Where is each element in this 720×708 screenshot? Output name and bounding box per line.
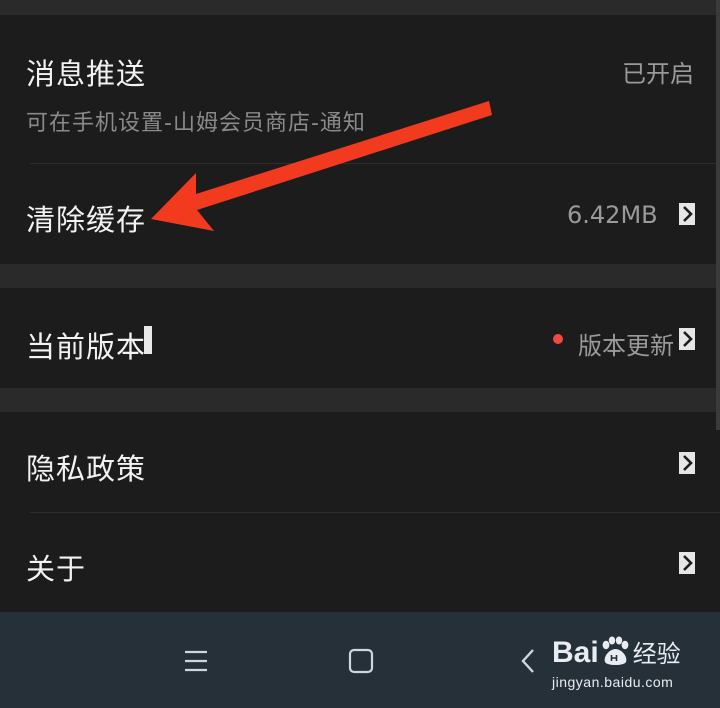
clear-cache-title: 清除缓存 [26,203,147,237]
update-indicator-dot [553,334,563,344]
top-gap [0,0,720,15]
chevron-right-icon [679,552,695,574]
baidu-jingyan-watermark: Bai 经验 jingyan.baidu.com [552,632,712,696]
menu-icon[interactable] [184,650,208,672]
watermark-brand: Bai 经验 [552,634,681,670]
clear-cache-row[interactable]: 清除缓存 6.42MB [0,164,720,264]
home-icon[interactable] [348,648,374,674]
current-version-row[interactable]: 当前版本 版本更新 [0,288,720,388]
settings-group-info: 隐私政策 关于 [0,412,720,612]
settings-group-version: 当前版本 版本更新 [0,288,720,388]
watermark-brand-cn: 经验 [632,641,681,668]
chevron-right-icon [679,328,695,350]
chevron-right-icon [679,203,695,225]
push-notification-title: 消息推送 [26,57,147,91]
baidu-paw-icon [602,636,629,665]
redacted-version-number [144,326,152,354]
scrollbar[interactable] [716,0,720,430]
privacy-policy-row[interactable]: 隐私政策 [0,412,720,512]
push-notification-row[interactable]: 消息推送 已开启 可在手机设置-山姆会员商店-通知 [0,15,720,163]
chevron-right-icon [679,452,695,474]
push-notification-status: 已开启 [622,60,694,88]
push-notification-subtitle: 可在手机设置-山姆会员商店-通知 [26,111,366,136]
back-icon[interactable] [520,648,536,674]
watermark-url: jingyan.baidu.com [552,674,674,690]
cache-size: 6.42MB [567,201,658,229]
watermark-brand-latin: Bai [552,636,599,669]
privacy-policy-title: 隐私政策 [26,452,147,486]
about-row[interactable]: 关于 [0,513,720,612]
settings-group-notifications: 消息推送 已开启 可在手机设置-山姆会员商店-通知 清除缓存 6.42MB [0,15,720,264]
version-update-label: 版本更新 [578,332,674,360]
current-version-title: 当前版本 [26,330,147,364]
about-title: 关于 [26,552,87,586]
